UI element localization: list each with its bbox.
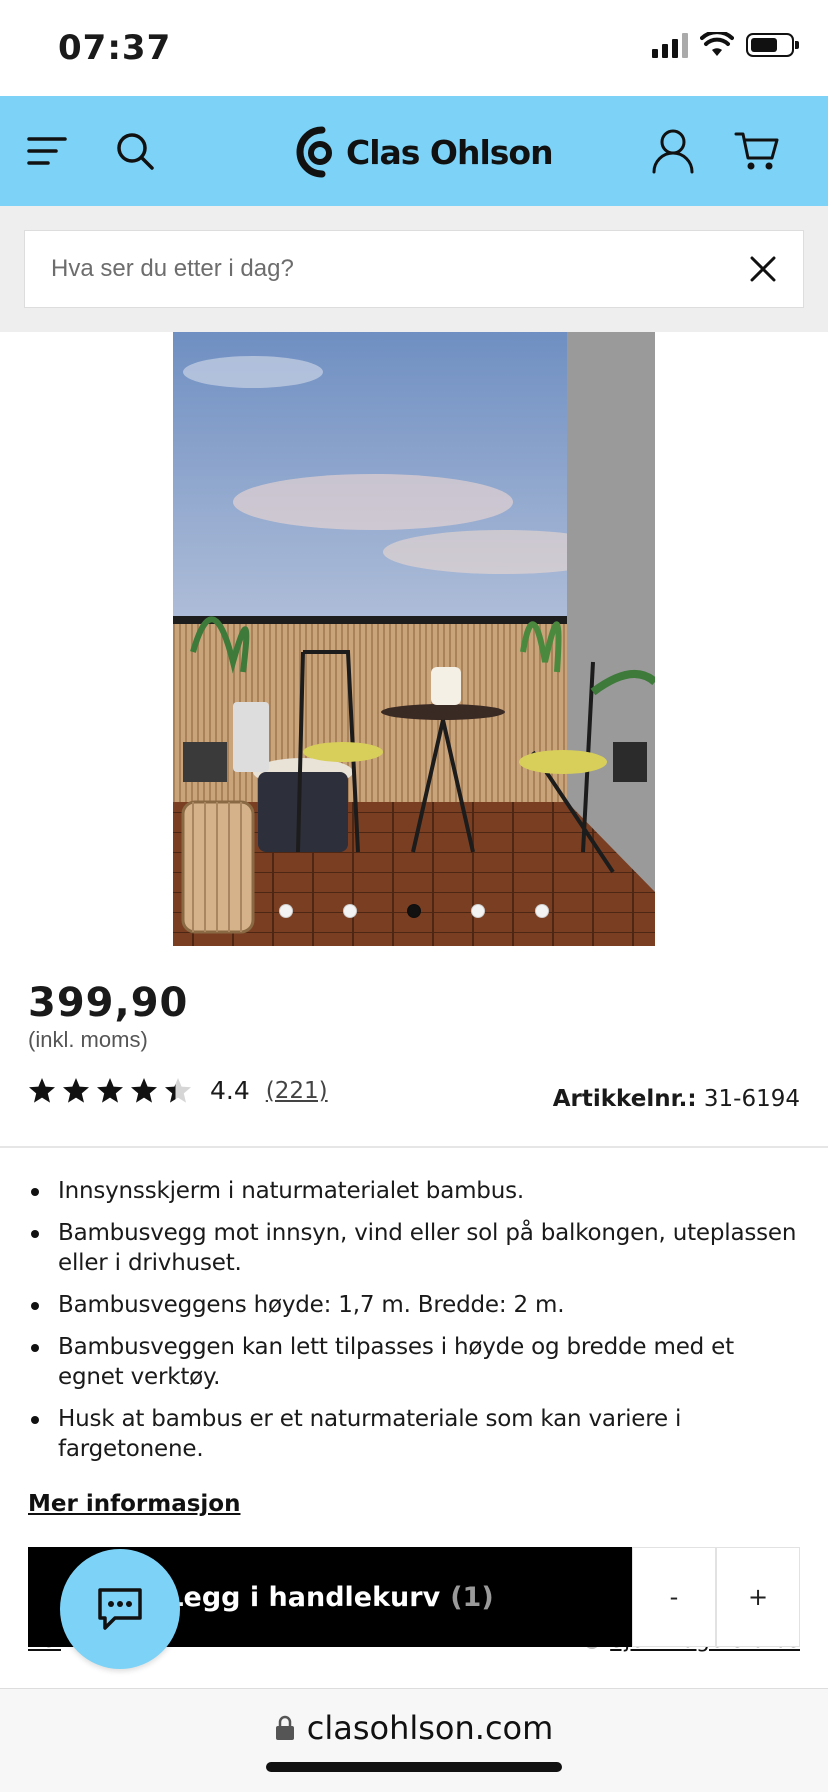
search-box: [24, 230, 804, 308]
carousel-dots: [173, 904, 655, 918]
brand-name: Clas Ohlson: [346, 132, 554, 172]
url-display: clasohlson.com: [0, 1709, 828, 1747]
list-item: Husk at bambus er et naturmateriale som …: [28, 1404, 800, 1464]
lock-icon: [275, 1715, 294, 1740]
decrease-quantity-button[interactable]: -: [632, 1547, 716, 1647]
account-icon[interactable]: [646, 124, 700, 178]
browser-address-bar[interactable]: clasohlson.com: [0, 1688, 828, 1792]
feature-list: Innsynsskjerm i naturmaterialet bambus. …: [28, 1176, 800, 1476]
status-icons: [652, 32, 799, 58]
status-bar: 07:37: [0, 0, 828, 96]
rating-summary[interactable]: 4.4 (221): [28, 1076, 328, 1105]
search-icon[interactable]: [108, 124, 162, 178]
star-icon: [29, 1077, 55, 1103]
status-time: 07:37: [58, 28, 172, 68]
chat-button[interactable]: [60, 1549, 180, 1669]
product-price: 399,90: [28, 980, 189, 1026]
star-icon: [97, 1077, 123, 1103]
close-icon[interactable]: [743, 249, 783, 289]
carousel-dot[interactable]: [279, 904, 293, 918]
carousel-dot[interactable]: [535, 904, 549, 918]
product-photo: [173, 332, 655, 946]
increase-quantity-button[interactable]: +: [716, 1547, 800, 1647]
cart-quantity: (1): [450, 1581, 494, 1613]
article-number: Artikkelnr.: 31-6194: [553, 1086, 800, 1112]
carousel-dot[interactable]: [343, 904, 357, 918]
list-item: Bambusveggens høyde: 1,7 m. Bredde: 2 m.: [28, 1290, 800, 1320]
cart-icon[interactable]: [730, 124, 784, 178]
star-icon: [63, 1077, 89, 1103]
product-image-carousel[interactable]: [173, 332, 655, 946]
rating-stars: [28, 1077, 192, 1105]
rating-value: 4.4: [210, 1076, 250, 1105]
star-icon: [131, 1077, 157, 1103]
top-navigation: Clas Ohlson: [0, 96, 828, 206]
cellular-signal-icon: [652, 32, 688, 58]
home-indicator[interactable]: [266, 1762, 562, 1772]
battery-icon: [746, 33, 799, 57]
article-number-label: Artikkelnr.:: [552, 1086, 697, 1112]
vat-note: (inkl. moms): [28, 1027, 148, 1052]
url-text: clasohlson.com: [306, 1709, 554, 1747]
divider: [0, 1146, 828, 1148]
add-to-cart-label: Legg i handlekurv: [166, 1581, 441, 1613]
carousel-dot[interactable]: [471, 904, 485, 918]
list-item: Innsynsskjerm i naturmaterialet bambus.: [28, 1176, 800, 1206]
more-info-link[interactable]: Mer informasjon: [28, 1491, 240, 1517]
search-bar-container: [0, 206, 828, 332]
menu-icon[interactable]: [20, 124, 74, 178]
article-number-value: 31-6194: [703, 1086, 800, 1112]
star-icon: [165, 1077, 191, 1103]
chat-icon: [98, 1588, 142, 1630]
wifi-icon: [700, 32, 734, 56]
brand-logo[interactable]: Clas Ohlson: [292, 124, 554, 180]
search-input[interactable]: [51, 231, 731, 307]
list-item: Bambusvegg mot innsyn, vind eller sol på…: [28, 1218, 800, 1278]
list-item: Bambusveggen kan lett tilpasses i høyde …: [28, 1332, 800, 1392]
carousel-dot[interactable]: [407, 904, 421, 918]
review-count-link[interactable]: (221): [266, 1078, 328, 1104]
logo-mark-icon: [296, 126, 332, 178]
